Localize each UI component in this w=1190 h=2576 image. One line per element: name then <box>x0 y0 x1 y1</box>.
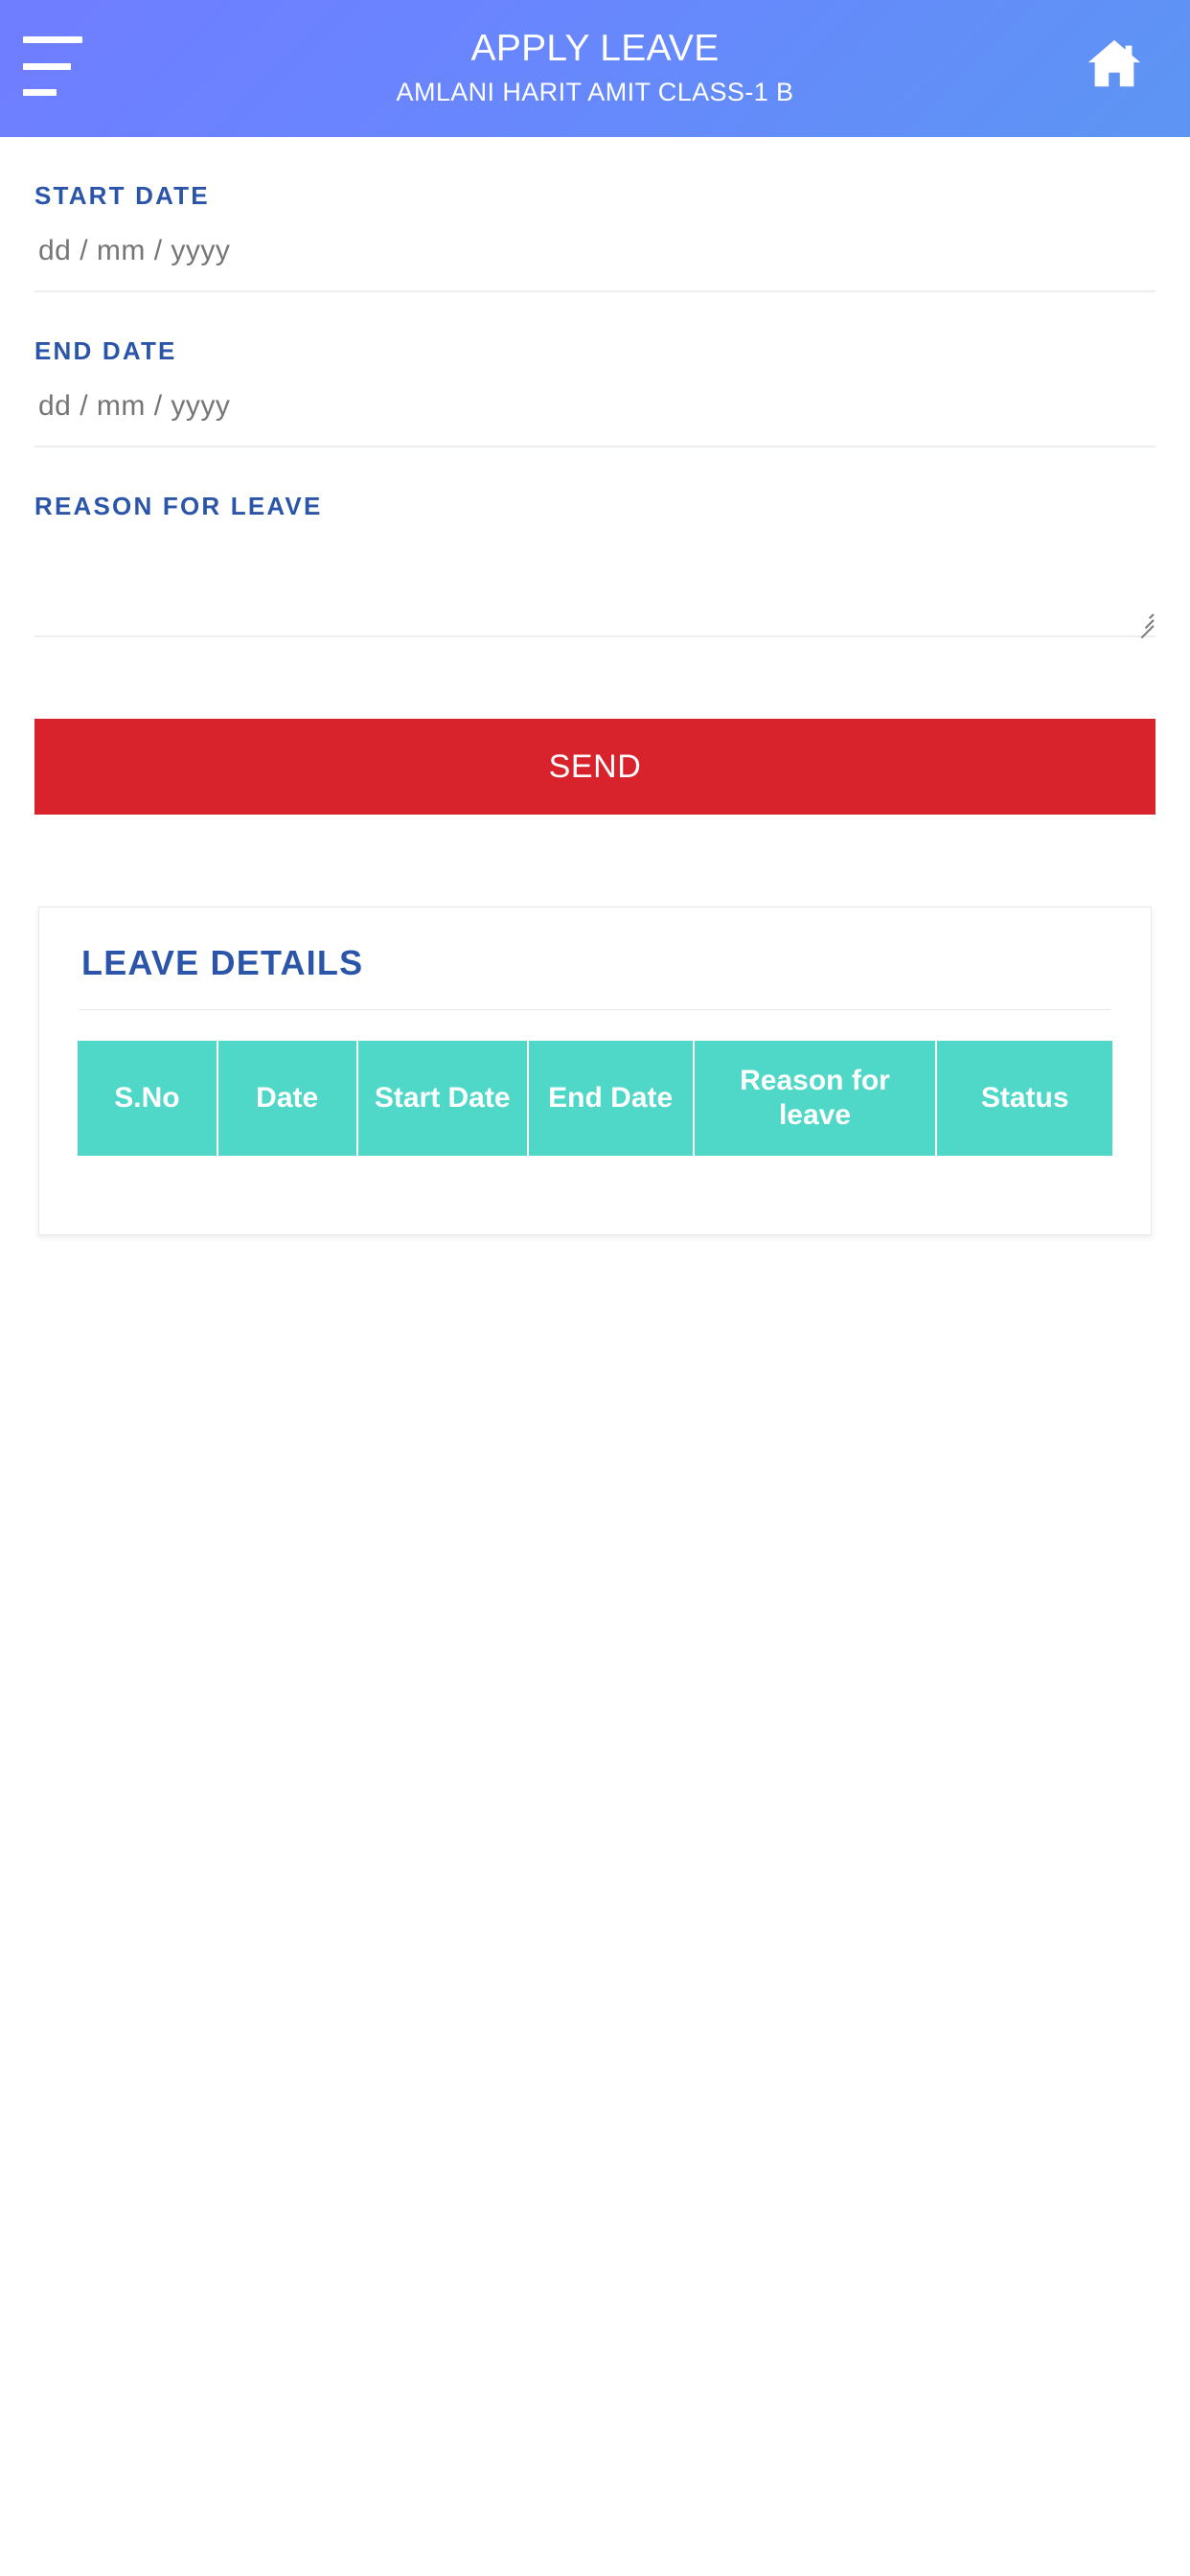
leave-details-card: LEAVE DETAILS S.No Date Start Date End D… <box>38 907 1152 1235</box>
end-date-input[interactable] <box>34 365 1156 448</box>
home-button[interactable] <box>1073 23 1156 105</box>
end-date-label: END DATE <box>34 336 177 365</box>
reason-for-leave-label: REASON FOR LEAVE <box>34 492 323 520</box>
reason-for-leave-input[interactable] <box>34 549 1156 637</box>
column-header-sno[interactable]: S.No <box>78 1041 218 1156</box>
start-date-label: START DATE <box>34 181 210 210</box>
leave-details-table: S.No Date Start Date End Date Reason for… <box>78 1041 1112 1156</box>
page-subtitle: AMLANI HARIT AMIT CLASS-1 B <box>396 77 794 106</box>
column-header-status[interactable]: Status <box>936 1041 1112 1156</box>
hamburger-line-1 <box>23 36 82 43</box>
hamburger-menu-icon[interactable] <box>23 36 88 96</box>
hamburger-line-3 <box>23 89 57 96</box>
apply-leave-screen: APPLY LEAVE AMLANI HARIT AMIT CLASS-1 B … <box>0 0 1190 2576</box>
page-title: APPLY LEAVE <box>470 27 720 69</box>
leave-details-title: LEAVE DETAILS <box>81 943 364 982</box>
home-icon <box>1087 39 1141 87</box>
column-header-date[interactable]: Date <box>217 1041 358 1156</box>
hamburger-line-2 <box>23 62 71 70</box>
card-divider <box>80 1009 1110 1010</box>
reason-field-wrapper <box>34 549 1156 639</box>
send-button[interactable]: SEND <box>34 719 1156 815</box>
table-header-row: S.No Date Start Date End Date Reason for… <box>78 1041 1112 1156</box>
column-header-end-date[interactable]: End Date <box>527 1041 695 1156</box>
start-date-input[interactable] <box>34 210 1156 292</box>
app-header: APPLY LEAVE AMLANI HARIT AMIT CLASS-1 B <box>0 0 1190 137</box>
column-header-start-date[interactable]: Start Date <box>356 1041 529 1156</box>
leave-table-head: S.No Date Start Date End Date Reason for… <box>78 1041 1112 1156</box>
empty-table-body-spacer <box>78 1156 1112 1200</box>
header-title-block: APPLY LEAVE AMLANI HARIT AMIT CLASS-1 B <box>0 0 1190 137</box>
leave-table-scroll-area[interactable]: S.No Date Start Date End Date Reason for… <box>60 1041 1130 1200</box>
column-header-reason[interactable]: Reason for leave <box>693 1041 938 1156</box>
leave-form: START DATE END DATE REASON FOR LEAVE <box>0 181 1190 639</box>
